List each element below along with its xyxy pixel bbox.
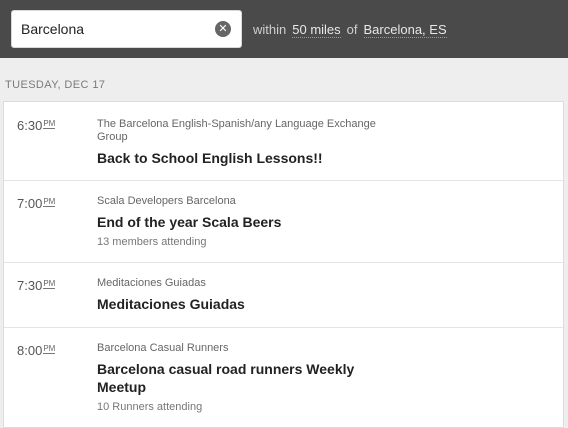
top-search-bar: ✕ within 50 miles of Barcelona, ES [0,0,568,58]
event-ampm: PM [43,119,56,129]
location-link[interactable]: Barcelona, ES [363,22,447,38]
within-label: within [253,22,287,37]
event-title[interactable]: Barcelona casual road runners Weekly Mee… [97,360,403,396]
event-item[interactable]: 7:30PM Meditaciones Guiadas Meditaciones… [4,263,563,328]
event-group[interactable]: Barcelona Casual Runners [97,342,403,355]
event-item[interactable]: 6:30PM The Barcelona English-Spanish/any… [4,102,563,181]
event-group[interactable]: Scala Developers Barcelona [97,195,403,208]
event-attendance: 10 Runners attending [97,401,203,413]
clear-icon[interactable]: ✕ [215,21,231,37]
event-title[interactable]: Meditaciones Guiadas [97,295,403,313]
event-ampm: PM [43,344,56,354]
event-time: 7:00PM [17,196,56,211]
distance-link[interactable]: 50 miles [292,22,341,38]
event-group[interactable]: Meditaciones Guiadas [97,277,403,290]
event-time: 8:00PM [17,343,56,358]
event-title[interactable]: Back to School English Lessons!! [97,149,403,167]
event-ampm: PM [43,279,56,289]
event-ampm: PM [43,197,56,207]
event-time: 7:30PM [17,278,56,293]
search-box[interactable]: ✕ [11,10,242,48]
event-item[interactable]: 7:00PM Scala Developers Barcelona End of… [4,181,563,263]
location-filter: within 50 miles of Barcelona, ES [253,22,447,38]
event-attendance: 13 members attending [97,236,207,248]
search-input[interactable] [21,11,211,47]
date-header: TUESDAY, DEC 17 [5,79,106,91]
of-label: of [346,22,358,37]
event-title[interactable]: End of the year Scala Beers [97,213,403,231]
event-group[interactable]: The Barcelona English-Spanish/any Langua… [97,118,403,144]
event-item[interactable]: 8:00PM Barcelona Casual Runners Barcelon… [4,328,563,427]
event-list: 6:30PM The Barcelona English-Spanish/any… [3,101,564,428]
event-time: 6:30PM [17,118,56,133]
